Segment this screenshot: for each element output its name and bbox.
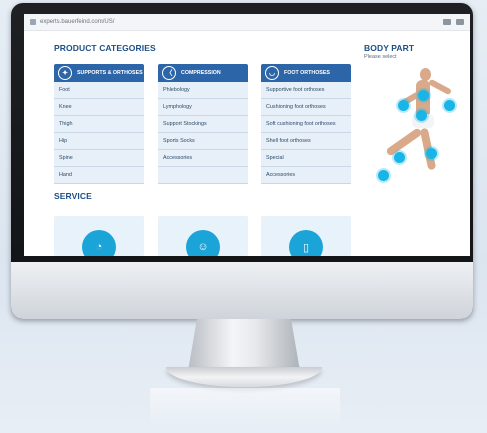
list-item-empty [158, 167, 248, 184]
foot-insole-icon: ◡ [265, 66, 279, 80]
category-supports-orthoses: ✦ SUPPORTS & ORTHOSES Foot Knee Thigh Hi… [54, 64, 144, 184]
monitor-chin [11, 262, 473, 319]
category-header[interactable]: ✦ SUPPORTS & ORTHOSES [54, 64, 144, 82]
category-title: COMPRESSION [181, 70, 221, 76]
service-card[interactable]: ◔ [54, 216, 144, 256]
service-heading: SERVICE [54, 191, 92, 201]
body-part-heading: BODY PART [364, 43, 415, 53]
service-card[interactable]: ☺ [158, 216, 248, 256]
list-item[interactable]: Thigh [54, 116, 144, 133]
elbow-hotspot[interactable] [444, 100, 455, 111]
favicon-icon [30, 19, 36, 25]
list-item[interactable]: Lymphology [158, 99, 248, 116]
figure-arm-front [427, 78, 453, 96]
category-title: FOOT ORTHOSES [284, 70, 330, 76]
list-item[interactable]: Soft cushioning foot orthoses [261, 116, 351, 133]
url-text[interactable]: experts.bauerfeind.com/US/ [40, 19, 438, 25]
list-item[interactable]: Special [261, 150, 351, 167]
list-item[interactable]: Accessories [261, 167, 351, 184]
ear-icon: ◔ [82, 230, 116, 256]
list-item[interactable]: Phlebology [158, 82, 248, 99]
extension-icon[interactable] [443, 19, 451, 25]
list-item[interactable]: Sports Socks [158, 133, 248, 150]
category-header[interactable]: 〈 COMPRESSION [158, 64, 248, 82]
category-foot-orthoses: ◡ FOOT ORTHOSES Supportive foot orthoses… [261, 64, 351, 184]
screen: experts.bauerfeind.com/US/ PRODUCT CATEG… [24, 14, 470, 256]
list-item[interactable]: Spine [54, 150, 144, 167]
list-item[interactable]: Knee [54, 99, 144, 116]
product-categories-heading: PRODUCT CATEGORIES [54, 43, 156, 53]
list-item[interactable]: Supportive foot orthoses [261, 82, 351, 99]
list-item[interactable]: Hip [54, 133, 144, 150]
body-part-figure [354, 66, 464, 206]
list-item[interactable]: Cushioning foot orthoses [261, 99, 351, 116]
address-bar[interactable]: experts.bauerfeind.com/US/ [24, 14, 470, 31]
service-card[interactable]: ▯ [261, 216, 351, 256]
menu-icon[interactable] [456, 19, 464, 25]
list-item[interactable]: Accessories [158, 150, 248, 167]
knee-hotspot[interactable] [426, 148, 437, 159]
category-header[interactable]: ◡ FOOT ORTHOSES [261, 64, 351, 82]
person-icon: ☺ [186, 230, 220, 256]
body-part-instruction: Please select [364, 54, 397, 60]
figure-leg-back [385, 127, 423, 157]
back-knee-hotspot[interactable] [394, 152, 405, 163]
spine-hotspot[interactable] [416, 110, 427, 121]
phone-icon: ▯ [289, 230, 323, 256]
list-item[interactable]: Hand [54, 167, 144, 184]
stand-reflection [150, 388, 340, 428]
hand-hotspot[interactable] [398, 100, 409, 111]
category-compression: 〈 COMPRESSION Phlebology Lymphology Supp… [158, 64, 248, 184]
category-title: SUPPORTS & ORTHOSES [77, 70, 143, 76]
leg-compression-icon: 〈 [162, 66, 176, 80]
monitor-stand-neck [188, 319, 300, 371]
list-item[interactable]: Shell foot orthoses [261, 133, 351, 150]
foot-hotspot[interactable] [378, 170, 389, 181]
list-item[interactable]: Support Stockings [158, 116, 248, 133]
list-item[interactable]: Foot [54, 82, 144, 99]
knee-support-icon: ✦ [58, 66, 72, 80]
shoulder-hotspot[interactable] [418, 90, 429, 101]
